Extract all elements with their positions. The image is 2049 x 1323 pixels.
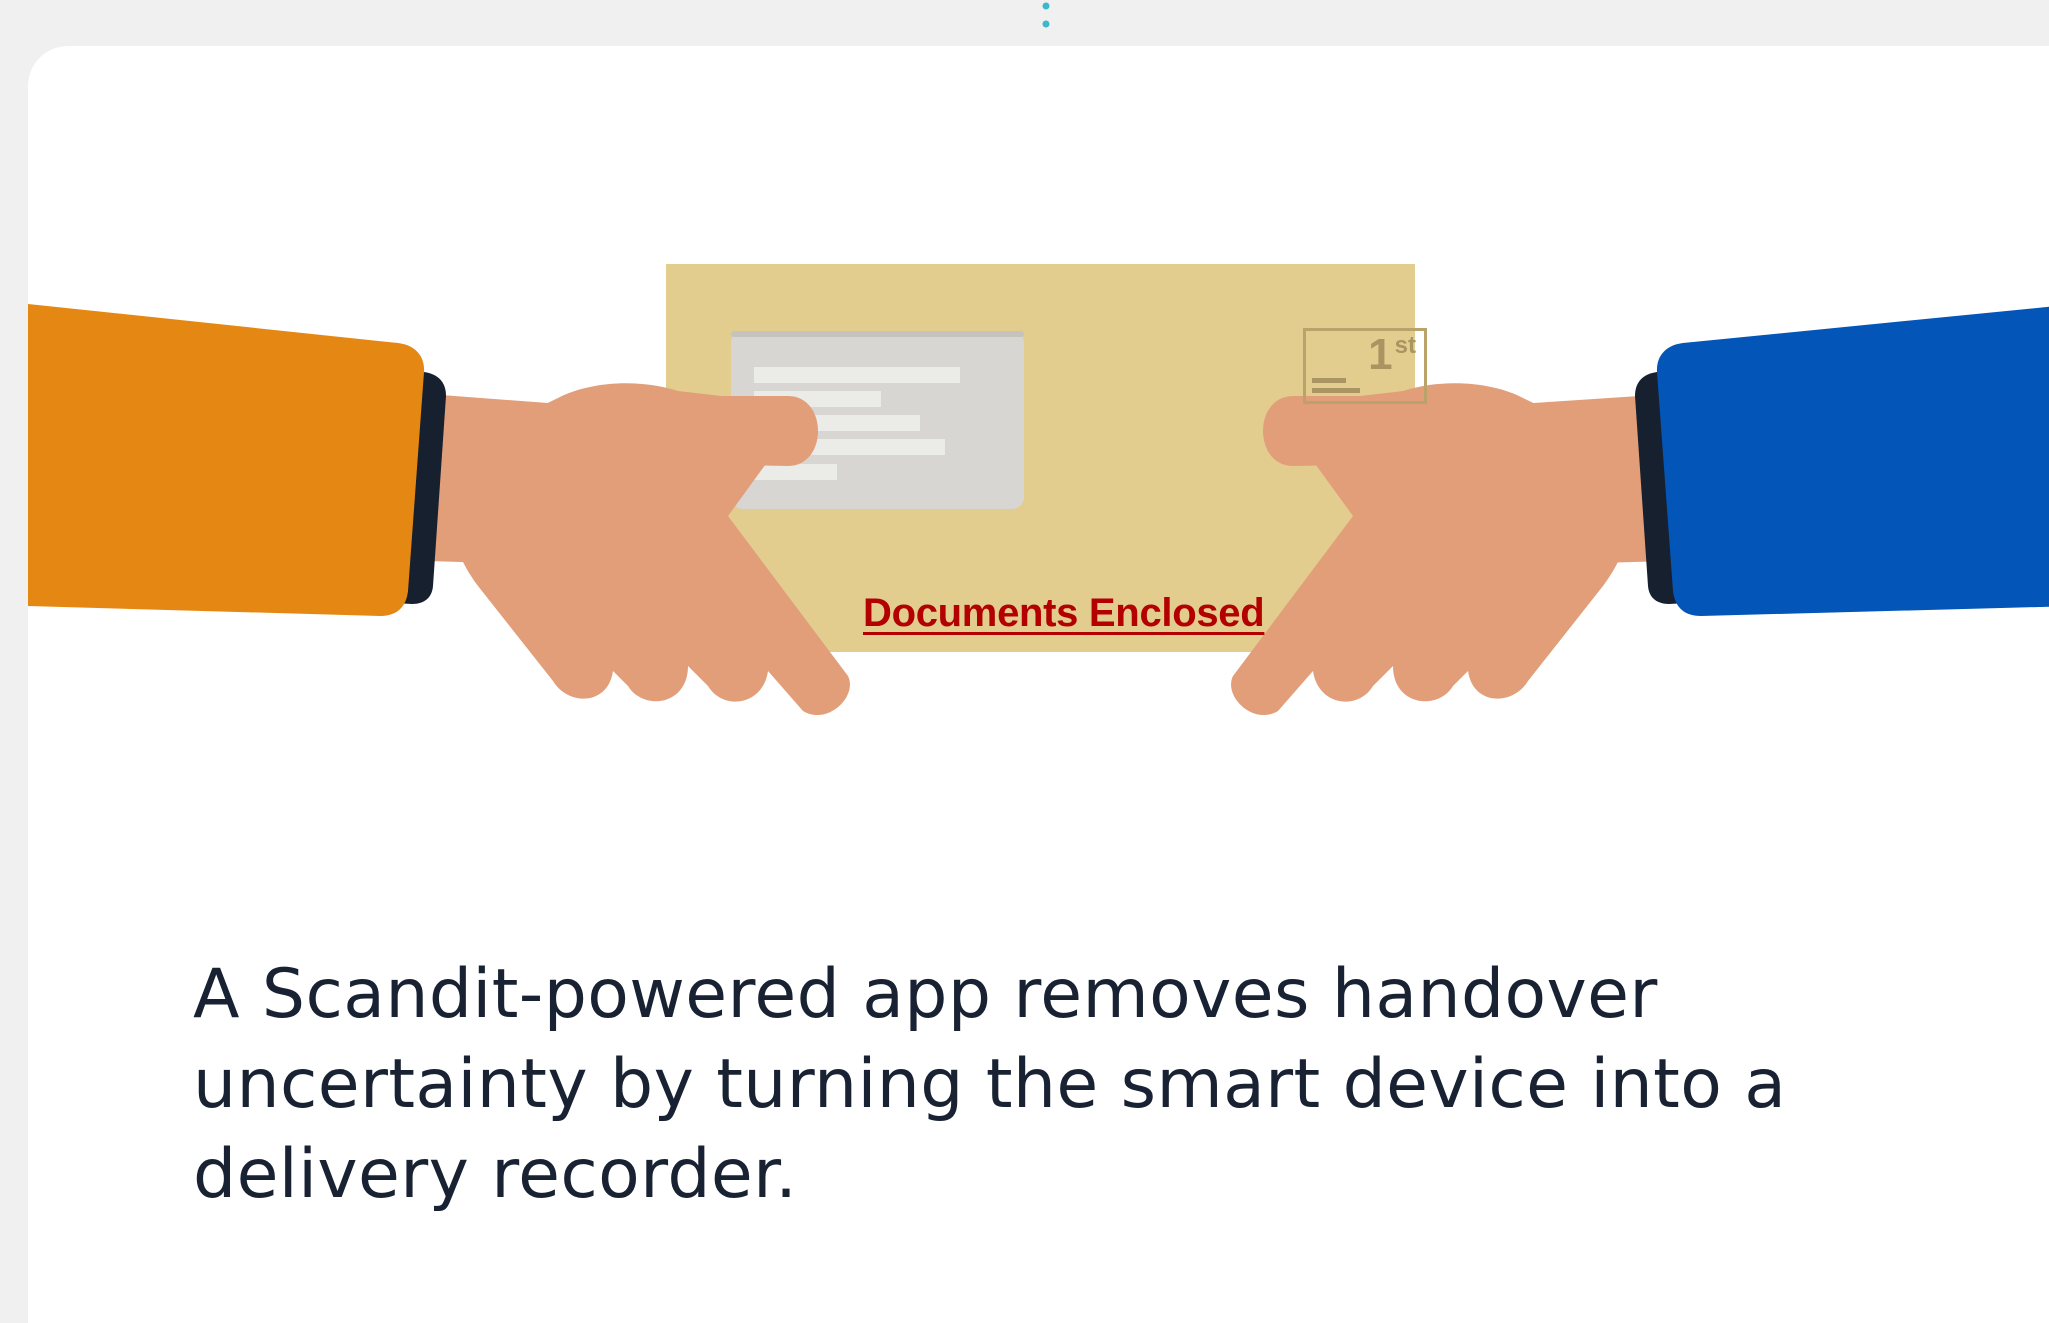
caption-text: A Scandit-powered app removes handover u… <box>193 955 1787 1214</box>
connector-dots <box>1042 2 1050 28</box>
first-class-stamp: 1st <box>1303 328 1427 404</box>
stamp-lines-icon <box>1312 373 1360 393</box>
stamp-label: 1st <box>1368 330 1416 379</box>
page: 1st Documents Enclosed A Scandit-powered… <box>0 0 2049 1323</box>
handover-illustration <box>28 264 2049 716</box>
envelope-label: Documents Enclosed <box>863 591 1265 635</box>
